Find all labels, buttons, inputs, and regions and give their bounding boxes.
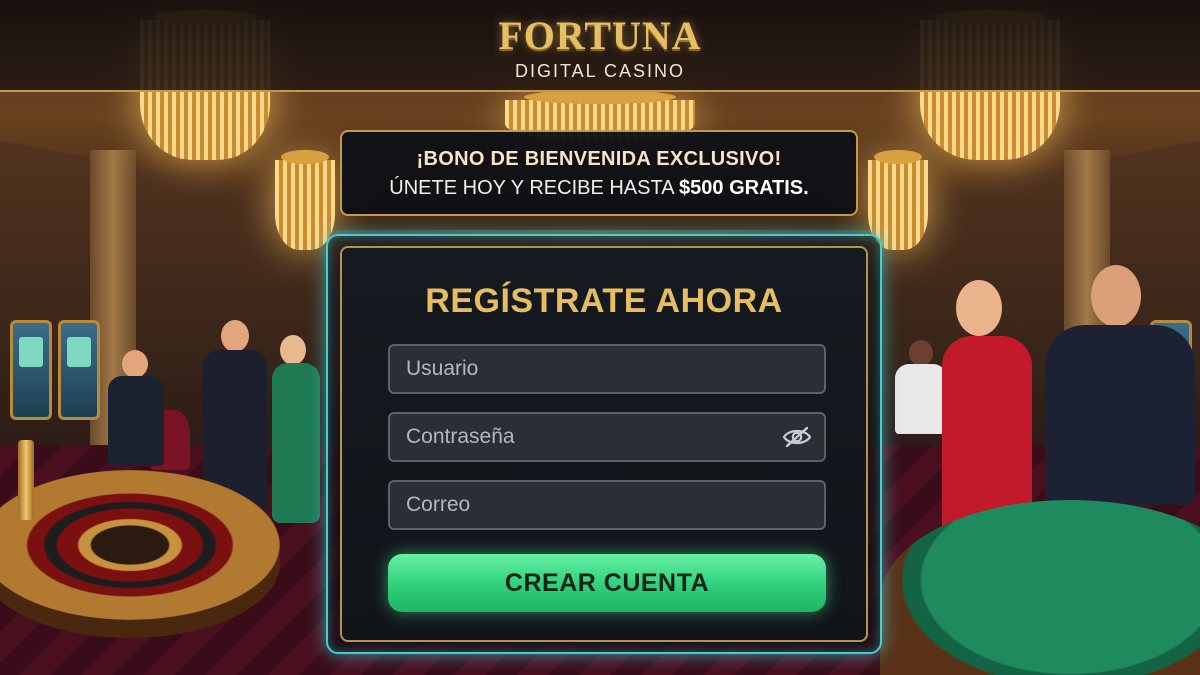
email-input[interactable] [390, 482, 824, 528]
top-header: FORTUNA DIGITAL CASINO [0, 0, 1200, 92]
welcome-bonus-banner: ¡BONO DE BIENVENIDA EXCLUSIVO! ÚNETE HOY… [340, 130, 858, 216]
create-account-button[interactable]: CREAR CUENTA [388, 554, 826, 612]
password-field [388, 412, 826, 462]
roulette-spindle [18, 440, 34, 520]
username-field [388, 344, 826, 394]
username-input[interactable] [390, 346, 824, 392]
chandelier-left-small [275, 150, 335, 250]
promo-title: ¡BONO DE BIENVENIDA EXCLUSIVO! [416, 148, 782, 170]
promo-amount: $500 GRATIS. [679, 177, 809, 199]
register-title: REGÍSTRATE AHORA [425, 282, 783, 320]
register-form: REGÍSTRATE AHORA CREAR CUENTA [340, 246, 868, 642]
promo-text: ÚNETE HOY Y RECIBE HASTA $500 GRATIS. [342, 177, 856, 200]
promo-text-prefix: ÚNETE HOY Y RECIBE HASTA [389, 177, 680, 199]
eye-slash-icon[interactable] [782, 425, 812, 449]
brand-subtitle: DIGITAL CASINO [514, 61, 686, 81]
slot-machine [10, 320, 52, 420]
email-field [388, 480, 826, 530]
password-input[interactable] [390, 414, 824, 460]
brand-name: FORTUNA [498, 13, 702, 58]
brand-logo: FORTUNA DIGITAL CASINO [0, 12, 1200, 82]
slot-machine [58, 320, 100, 420]
